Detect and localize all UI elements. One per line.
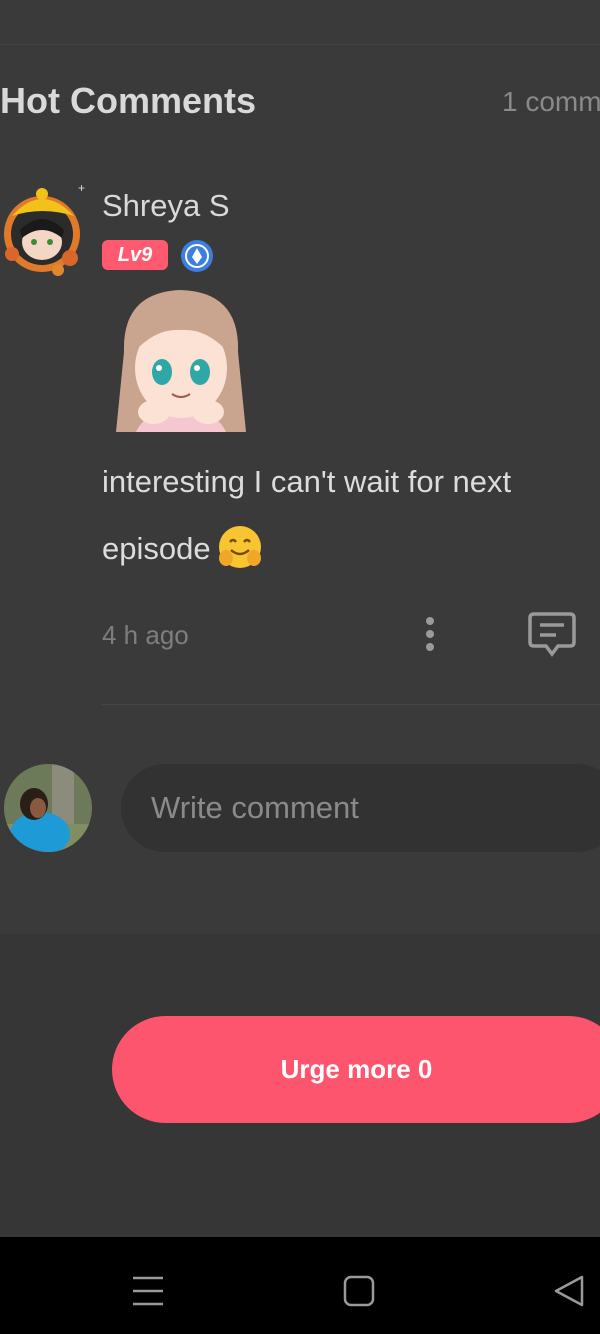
comment-timestamp: 4 h ago [102, 620, 189, 650]
nav-back-icon[interactable] [552, 1274, 586, 1308]
comment-count[interactable]: 1 comm [502, 86, 600, 118]
more-options-icon[interactable] [414, 614, 446, 656]
commenter-username[interactable]: Shreya S [102, 188, 230, 224]
urge-more-button[interactable]: Urge more 0 [112, 1016, 600, 1123]
top-divider [0, 44, 600, 45]
level-badge: Lv9 [102, 240, 168, 270]
comment-input[interactable]: Write comment [121, 764, 600, 852]
comment-input-placeholder: Write comment [151, 790, 359, 825]
hugging-face-emoji-icon [217, 524, 263, 570]
commenter-avatar[interactable]: + [0, 178, 86, 278]
nav-home-icon[interactable] [342, 1274, 376, 1308]
verified-badge-icon [180, 239, 214, 273]
comment-text-line-2-text: episode [102, 531, 211, 566]
urge-more-label: Urge more 0 [280, 1054, 433, 1084]
comment-text-line-1: interesting I can't wait for next [102, 464, 512, 499]
system-nav-bar [0, 1237, 600, 1334]
svg-text:+: + [78, 181, 85, 195]
comment-sticker[interactable] [106, 282, 256, 442]
comment-divider [102, 704, 600, 705]
comment-text-line-2: episode [102, 515, 600, 582]
reply-message-icon[interactable] [526, 610, 578, 660]
my-avatar[interactable] [4, 764, 92, 852]
comment-text: interesting I can't wait for next episod… [102, 448, 600, 582]
nav-menu-icon[interactable] [131, 1274, 165, 1308]
section-title: Hot Comments [0, 80, 257, 121]
